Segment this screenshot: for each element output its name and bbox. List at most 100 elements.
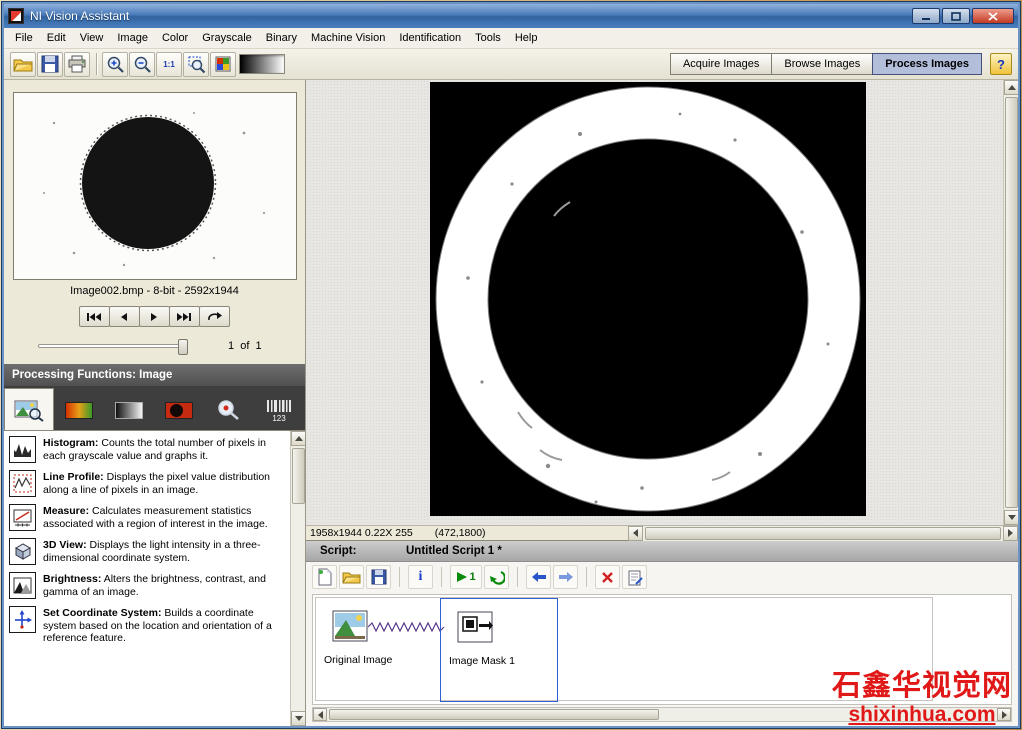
menu-image[interactable]: Image bbox=[110, 29, 155, 47]
print-button[interactable] bbox=[64, 52, 90, 77]
script-step-original-image[interactable]: Original Image bbox=[316, 598, 434, 702]
acquire-images-button[interactable]: Acquire Images bbox=[670, 53, 772, 75]
forward-arrow-icon bbox=[558, 571, 574, 583]
function-item-measure[interactable]: Measure: Calculates measurement statisti… bbox=[9, 504, 285, 531]
processing-function-tabs: 123 bbox=[4, 386, 305, 430]
new-script-button[interactable] bbox=[312, 565, 337, 589]
script-hscroll-thumb[interactable] bbox=[329, 709, 659, 720]
help-button[interactable]: ? bbox=[990, 53, 1012, 75]
minimize-button[interactable] bbox=[912, 8, 940, 24]
tab-image[interactable] bbox=[4, 388, 54, 430]
toolbar-separator bbox=[96, 53, 97, 75]
previous-image-button[interactable] bbox=[109, 306, 140, 327]
function-item-text: Line Profile: Displays the pixel value d… bbox=[43, 470, 285, 496]
function-item-line-profile[interactable]: Line Profile: Displays the pixel value d… bbox=[9, 470, 285, 497]
tab-identification[interactable]: 123 bbox=[254, 390, 304, 430]
grayscale-tab-icon bbox=[115, 402, 143, 419]
menu-tools[interactable]: Tools bbox=[468, 29, 508, 47]
zoom-out-button[interactable] bbox=[129, 52, 155, 77]
zoom-in-icon bbox=[106, 55, 125, 74]
mask-image bbox=[430, 82, 866, 516]
run-script-button[interactable] bbox=[484, 565, 509, 589]
menu-binary[interactable]: Binary bbox=[259, 29, 304, 47]
maximize-icon bbox=[951, 12, 961, 21]
palette-gradient-selector[interactable] bbox=[239, 54, 285, 74]
zoom-one-to-one-button[interactable]: 1:1 bbox=[156, 52, 182, 77]
function-item-histogram[interactable]: Histogram: Counts the total number of pi… bbox=[9, 436, 285, 463]
viewer-scroll-right-button[interactable] bbox=[1003, 526, 1018, 541]
last-image-button[interactable] bbox=[169, 306, 200, 327]
tab-binary[interactable] bbox=[154, 390, 204, 430]
run-once-button[interactable]: 1 bbox=[450, 565, 482, 589]
scroll-thumb[interactable] bbox=[292, 448, 305, 504]
toolbar-separator bbox=[586, 567, 587, 587]
watermark: 石鑫华视觉网 shixinhua.com bbox=[832, 671, 1012, 726]
open-script-button[interactable] bbox=[339, 565, 364, 589]
function-item-set-coordinate-system[interactable]: Set Coordinate System: Builds a coordina… bbox=[9, 606, 285, 645]
menu-edit[interactable]: Edit bbox=[40, 29, 73, 47]
loop-icon bbox=[206, 311, 222, 323]
tab-machine-vision[interactable] bbox=[204, 390, 254, 430]
next-image-button[interactable] bbox=[139, 306, 170, 327]
script-step-image-mask[interactable]: Image Mask 1 bbox=[440, 598, 558, 702]
image-navigation bbox=[4, 306, 305, 327]
browse-images-button[interactable]: Browse Images bbox=[771, 53, 873, 75]
image-slider[interactable] bbox=[38, 344, 186, 348]
viewer-scroll-down-button[interactable] bbox=[1004, 510, 1018, 525]
printer-icon bbox=[67, 55, 87, 73]
open-image-button[interactable] bbox=[10, 52, 36, 77]
image-slider-handle[interactable] bbox=[178, 339, 188, 355]
viewer-scroll-left-button[interactable] bbox=[628, 526, 643, 541]
step-backward-button[interactable] bbox=[526, 565, 551, 589]
brightness-icon bbox=[9, 572, 36, 599]
menu-grayscale[interactable]: Grayscale bbox=[195, 29, 259, 47]
original-image-step-icon bbox=[332, 610, 368, 642]
step-info-button[interactable]: i bbox=[408, 565, 433, 589]
viewer-status-bar: 1958x1944 0.22X 255 (472,1800) bbox=[306, 525, 1018, 540]
viewer-hscroll-thumb[interactable] bbox=[645, 527, 1001, 540]
step-forward-button[interactable] bbox=[553, 565, 578, 589]
image-info-icon bbox=[215, 56, 231, 72]
function-item-brightness[interactable]: Brightness: Alters the brightness, contr… bbox=[9, 572, 285, 599]
function-item-3d-view[interactable]: 3D View: Displays the light intensity in… bbox=[9, 538, 285, 565]
scroll-down-button[interactable] bbox=[291, 711, 305, 726]
script-scroll-left-button[interactable] bbox=[313, 708, 327, 721]
menu-machine-vision[interactable]: Machine Vision bbox=[304, 29, 392, 47]
first-image-button[interactable] bbox=[79, 306, 110, 327]
viewer-scroll-thumb[interactable] bbox=[1005, 97, 1018, 508]
edit-step-button[interactable] bbox=[622, 565, 647, 589]
scroll-down-icon bbox=[295, 716, 303, 721]
delete-x-icon bbox=[601, 571, 614, 584]
save-image-button[interactable] bbox=[37, 52, 63, 77]
menu-color[interactable]: Color bbox=[155, 29, 195, 47]
minimize-icon bbox=[921, 12, 931, 21]
menu-view[interactable]: View bbox=[73, 29, 111, 47]
viewer-horizontal-scrollbar[interactable] bbox=[628, 526, 1018, 541]
process-images-button[interactable]: Process Images bbox=[872, 53, 982, 75]
close-button[interactable] bbox=[972, 8, 1014, 24]
image-info-button[interactable] bbox=[210, 52, 236, 77]
function-item-text: Set Coordinate System: Builds a coordina… bbox=[43, 606, 285, 645]
menu-identification[interactable]: Identification bbox=[392, 29, 468, 47]
delete-step-button[interactable] bbox=[595, 565, 620, 589]
scroll-up-button[interactable] bbox=[291, 431, 305, 446]
script-toolbar: i 1 bbox=[306, 562, 1018, 592]
zoom-in-button[interactable] bbox=[102, 52, 128, 77]
tab-grayscale[interactable] bbox=[104, 390, 154, 430]
tab-color[interactable] bbox=[54, 390, 104, 430]
menu-help[interactable]: Help bbox=[508, 29, 545, 47]
loop-images-button[interactable] bbox=[199, 306, 230, 327]
image-tab-icon bbox=[14, 398, 44, 422]
function-list-scrollbar[interactable] bbox=[290, 431, 305, 726]
menu-file[interactable]: File bbox=[8, 29, 40, 47]
viewer-scroll-up-button[interactable] bbox=[1004, 80, 1018, 95]
zoom-to-fit-button[interactable] bbox=[183, 52, 209, 77]
processed-image[interactable] bbox=[430, 82, 866, 516]
zoom-out-icon bbox=[133, 55, 152, 74]
viewer-vertical-scrollbar[interactable] bbox=[1003, 80, 1018, 525]
window-title: NI Vision Assistant bbox=[30, 9, 129, 23]
save-script-button[interactable] bbox=[366, 565, 391, 589]
image-viewer[interactable] bbox=[306, 80, 1018, 525]
titlebar[interactable]: NI Vision Assistant bbox=[4, 4, 1018, 28]
maximize-button[interactable] bbox=[942, 8, 970, 24]
